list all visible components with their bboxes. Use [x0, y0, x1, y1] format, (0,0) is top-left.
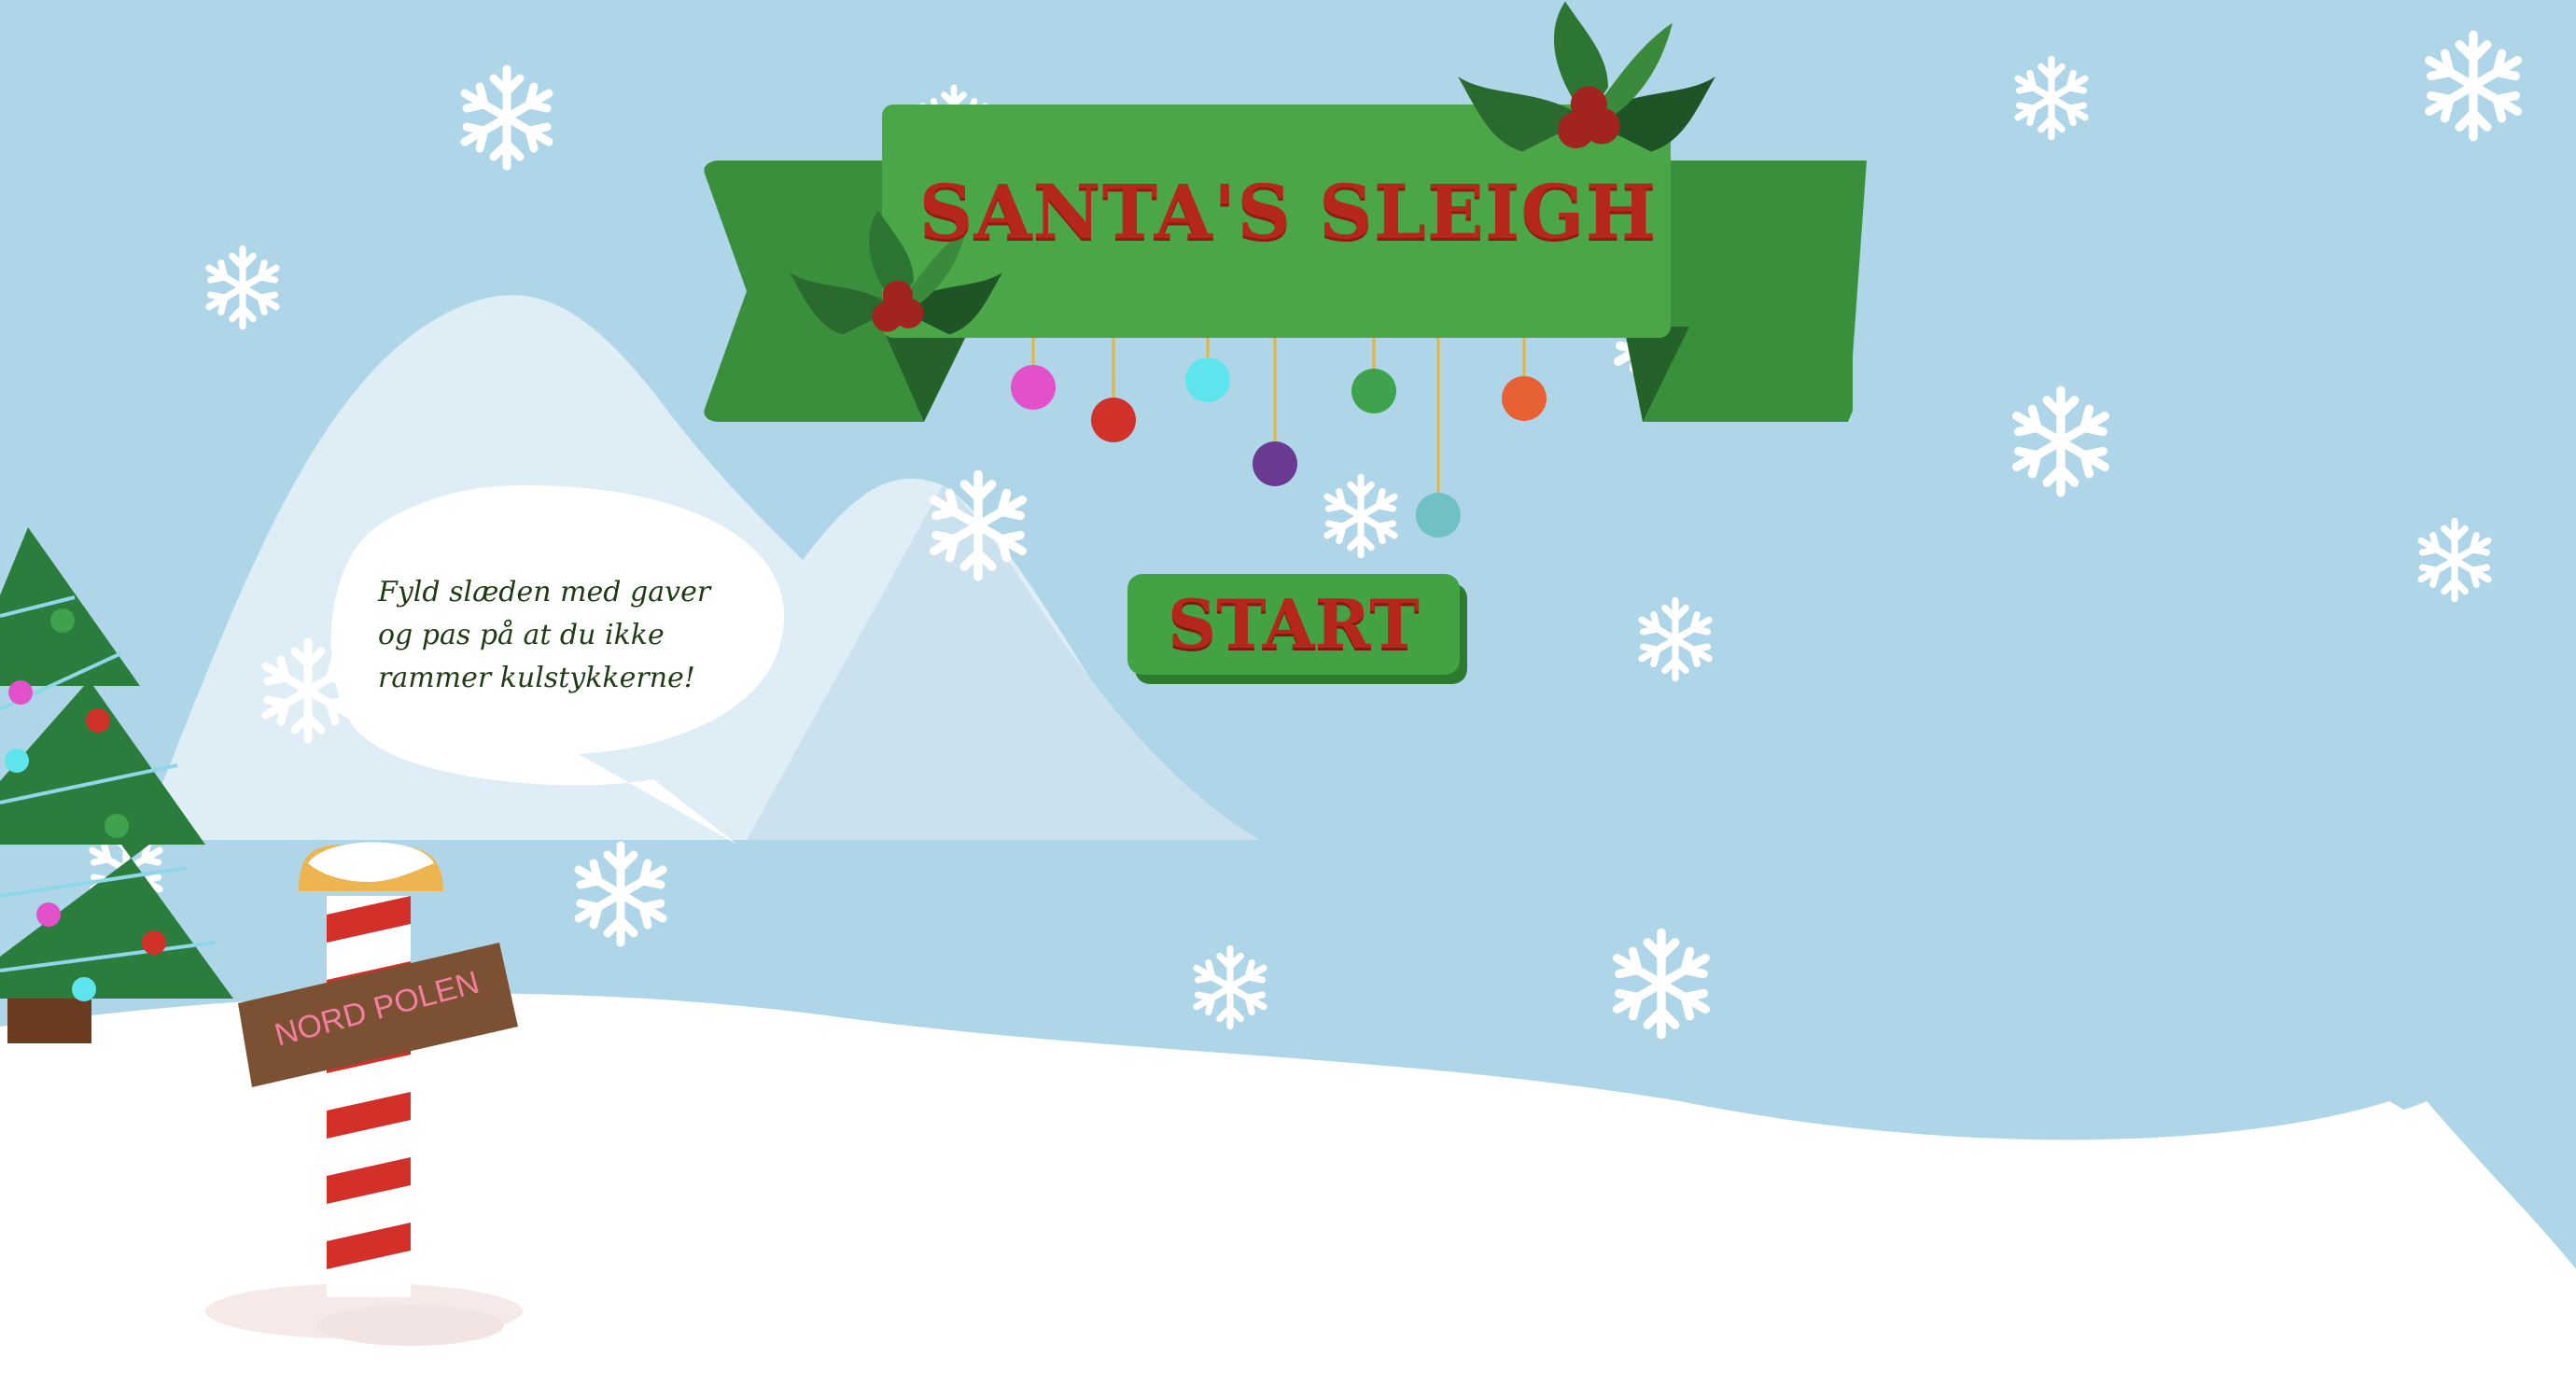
start-button-label: START	[1168, 584, 1420, 664]
game-title: SANTA'S SLEIGH	[918, 168, 1658, 256]
holly-icon	[1458, 1, 1715, 152]
speech-bubble-text: Fyld slæden med gaver og pas på at du ik…	[378, 576, 711, 694]
start-button[interactable]: START	[1127, 574, 1460, 675]
ornament-icon	[1011, 338, 1547, 538]
